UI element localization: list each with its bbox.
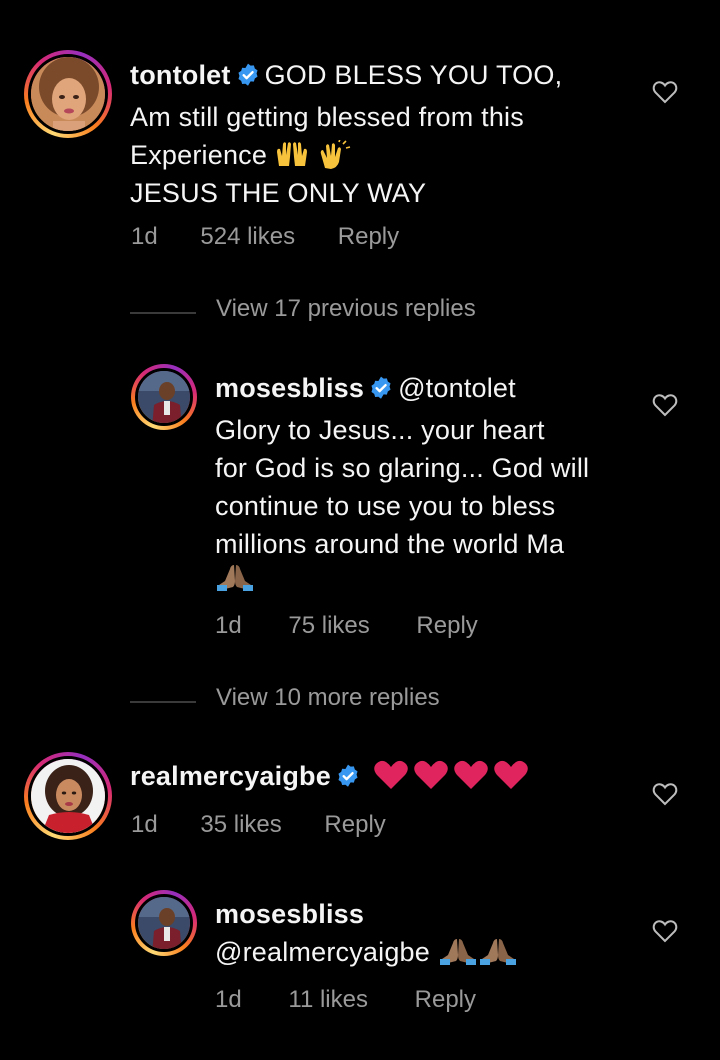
divider-line [130, 701, 196, 703]
comment-text-line: for God is so glaring... God will [215, 453, 590, 483]
username[interactable]: mosesbliss [215, 899, 364, 929]
red-heart-emoji [449, 760, 489, 791]
view-more-replies-button[interactable]: View 10 more replies [130, 684, 630, 718]
comment-body: mosesbliss @realmercyaigbe [215, 895, 635, 971]
reply-button[interactable]: Reply [338, 223, 399, 251]
view-previous-replies-button[interactable]: View 17 previous replies [130, 295, 630, 329]
mention-link[interactable]: @tontolet [398, 373, 516, 403]
comment-meta: 1d 35 likes Reply [131, 811, 386, 839]
comment-body: mosesbliss @tontolet Glory to Jesus... yo… [215, 369, 635, 601]
avatar-photo [135, 368, 193, 426]
likes-count[interactable]: 11 likes [288, 986, 368, 1014]
heart-outline-icon[interactable] [652, 80, 678, 104]
comment-meta: 1d 524 likes Reply [131, 223, 399, 251]
comment-meta: 1d 75 likes Reply [215, 612, 478, 640]
reply-button[interactable]: Reply [416, 612, 477, 640]
username[interactable]: mosesbliss [215, 373, 364, 403]
comment-text-line: Experience [130, 140, 268, 170]
comment-body: realmercyaigbe [130, 757, 650, 799]
comment-text-line: continue to use you to bless [215, 491, 556, 521]
clapping-hands-emoji [317, 138, 351, 170]
verified-badge-icon [368, 373, 394, 411]
heart-outline-icon[interactable] [652, 782, 678, 806]
likes-count[interactable]: 35 likes [200, 811, 281, 839]
verified-badge-icon [235, 60, 261, 98]
avatar[interactable] [24, 50, 112, 138]
reply-button[interactable]: Reply [415, 986, 476, 1014]
heart-outline-icon[interactable] [652, 393, 678, 417]
comment-time: 1d [215, 986, 242, 1013]
comment-text-line: JESUS THE ONLY WAY [130, 178, 427, 208]
comment-time: 1d [131, 811, 158, 838]
comment-text-line: Glory to Jesus... your heart [215, 415, 545, 445]
likes-count[interactable]: 524 likes [200, 223, 295, 251]
reply-button[interactable]: Reply [324, 811, 385, 839]
divider-line [130, 312, 196, 314]
verified-badge-icon [335, 761, 361, 799]
avatar[interactable] [131, 364, 197, 430]
username[interactable]: tontolet [130, 60, 231, 90]
folded-hands-emoji [478, 937, 518, 967]
username[interactable]: realmercyaigbe [130, 761, 331, 791]
view-replies-label: View 10 more replies [216, 684, 440, 711]
comment-time: 1d [131, 223, 158, 250]
folded-hands-emoji [215, 565, 255, 597]
comment-text-line: Am still getting blessed from this [130, 102, 524, 132]
avatar-photo [28, 54, 108, 134]
comment-time: 1d [215, 612, 242, 639]
red-heart-emoji [409, 760, 449, 791]
heart-outline-icon[interactable] [652, 919, 678, 943]
avatar-photo [135, 894, 193, 952]
red-heart-emoji [373, 760, 409, 791]
raised-hands-emoji [275, 140, 309, 170]
folded-hands-emoji [438, 937, 478, 967]
avatar[interactable] [131, 890, 197, 956]
avatar-photo [28, 756, 108, 836]
view-replies-label: View 17 previous replies [216, 295, 476, 322]
avatar[interactable] [24, 752, 112, 840]
red-heart-emoji [489, 760, 529, 791]
mention-link[interactable]: @realmercyaigbe [215, 937, 430, 967]
comment-body: tontolet GOD BLESS YOU TOO, Am still gett… [130, 56, 650, 212]
comment-text-line: GOD BLESS YOU TOO, [264, 60, 563, 90]
comment-text-line: millions around the world Ma [215, 529, 565, 559]
likes-count[interactable]: 75 likes [288, 612, 369, 640]
comment-meta: 1d 11 likes Reply [215, 986, 476, 1014]
